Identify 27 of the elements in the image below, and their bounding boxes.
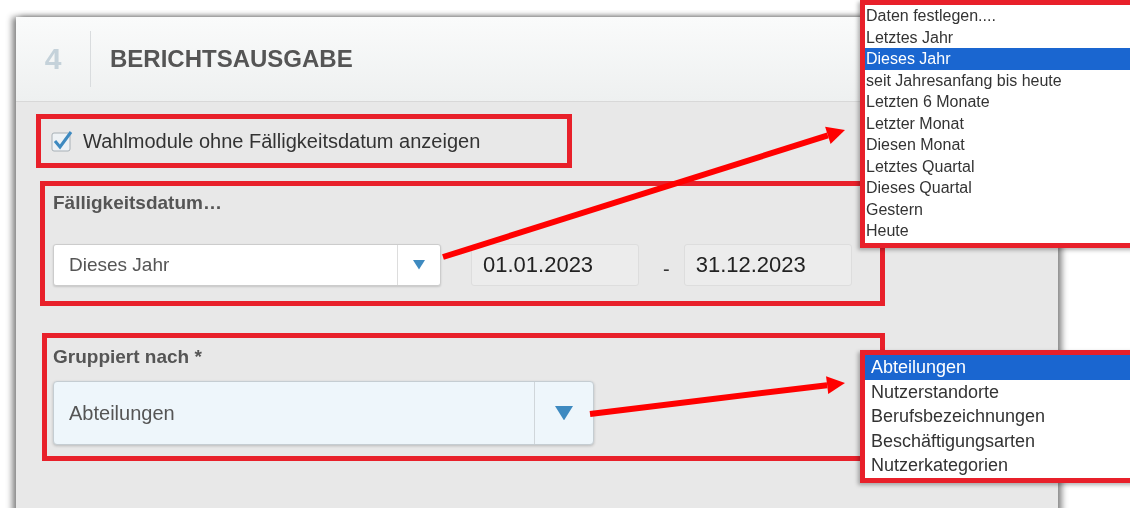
list-option[interactable]: Letztes Jahr — [865, 26, 1130, 48]
list-option[interactable]: Letztes Quartal — [865, 155, 1130, 177]
list-option[interactable]: Heute — [865, 220, 1130, 242]
checkbox-label: Wahlmodule ohne Fälligkeitsdatum anzeigen — [83, 129, 481, 153]
list-option[interactable]: Nutzerstandorte — [865, 379, 1130, 404]
end-date-field[interactable]: 31.12.2023 — [683, 244, 852, 286]
list-option[interactable]: Letzter Monat — [865, 112, 1130, 134]
list-option[interactable]: Beschäftigungsarten — [865, 428, 1130, 453]
caret-icon — [555, 405, 573, 421]
caret-icon — [413, 260, 425, 270]
section-title: BERICHTSAUSGABE — [110, 45, 353, 73]
list-option[interactable]: Berufsbezeichnungen — [865, 404, 1130, 429]
list-option[interactable]: Gestern — [865, 198, 1130, 220]
list-option[interactable]: Dieses Jahr — [865, 48, 1130, 70]
start-date-field[interactable]: 01.01.2023 — [471, 244, 639, 286]
list-option[interactable]: Dieses Quartal — [865, 177, 1130, 199]
list-option[interactable]: Letzten 6 Monate — [865, 91, 1130, 113]
date-separator: - — [663, 257, 670, 281]
list-option[interactable]: Daten festlegen.... — [865, 5, 1130, 27]
list-option[interactable]: Abteilungen — [865, 355, 1130, 380]
list-option[interactable]: Nutzerkategorien — [865, 453, 1130, 478]
period-dropdown[interactable]: Dieses Jahr — [53, 244, 441, 286]
list-option[interactable]: seit Jahresanfang bis heute — [865, 69, 1130, 91]
group-dropdown[interactable]: Abteilungen — [53, 381, 594, 445]
field-label: Gruppiert nach * — [53, 346, 203, 368]
checkbox[interactable] — [51, 130, 73, 152]
list-option[interactable]: Diesen Monat — [865, 134, 1130, 156]
